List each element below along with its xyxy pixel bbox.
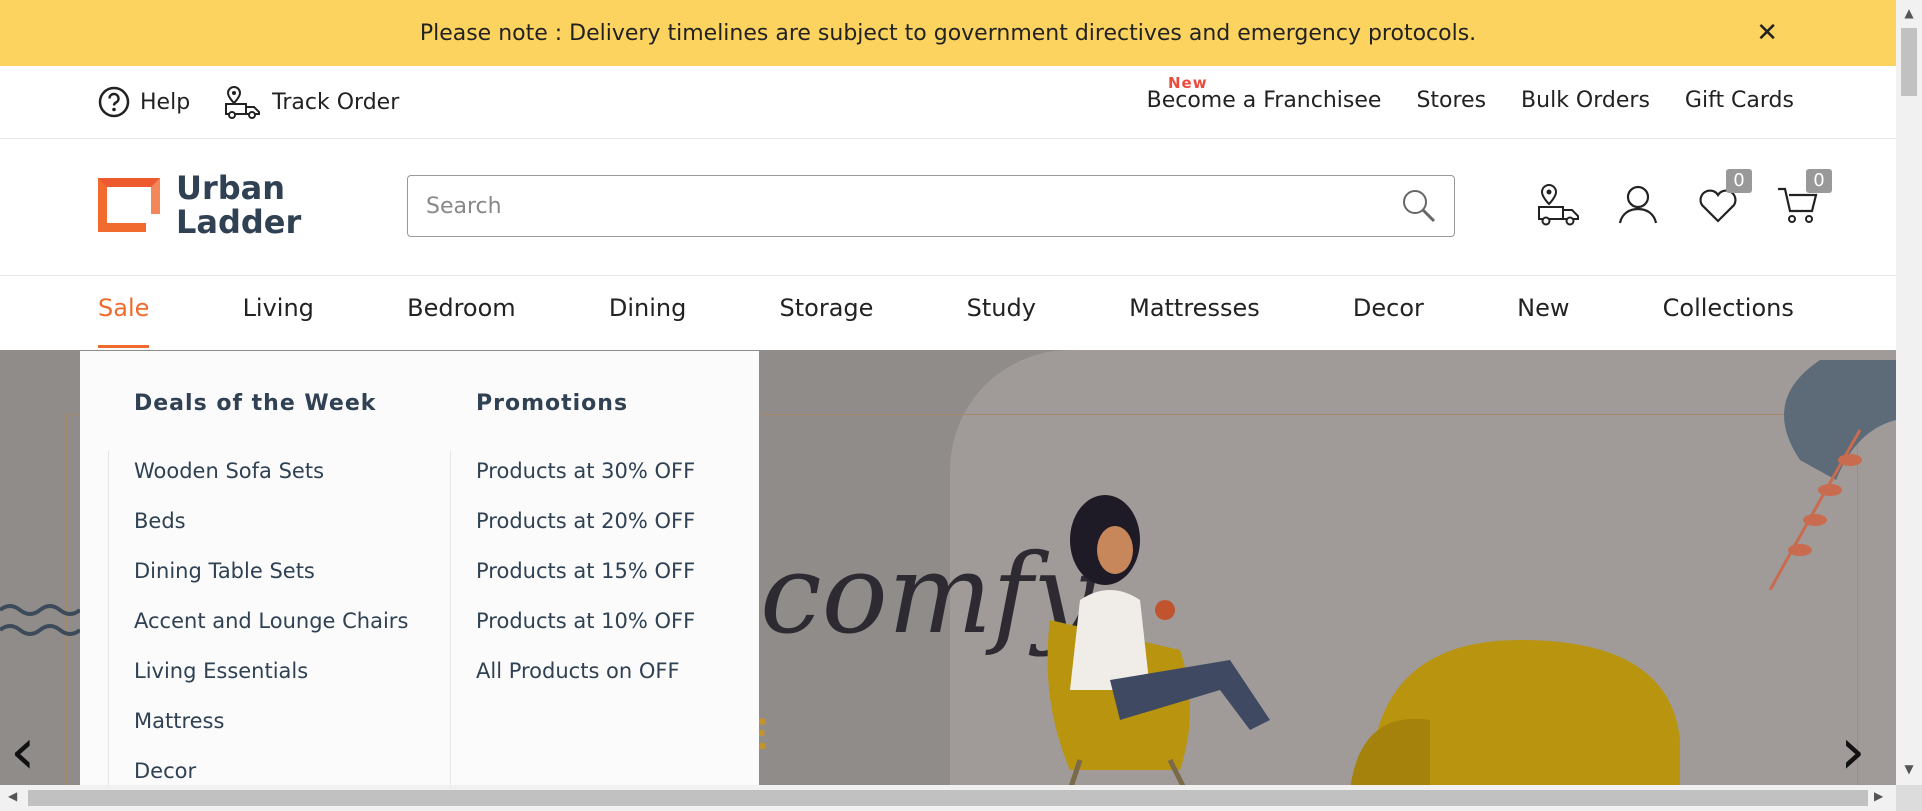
- menu-item-wooden-sofa-sets[interactable]: Wooden Sofa Sets: [134, 458, 408, 508]
- help-link[interactable]: Help: [98, 86, 190, 118]
- scroll-up-icon[interactable]: ▲: [1896, 6, 1922, 20]
- nav-item-living[interactable]: Living: [243, 294, 314, 348]
- track-order-label: Track Order: [272, 89, 400, 115]
- menu-item-decor[interactable]: Decor: [134, 758, 408, 785]
- truck-location-icon: [225, 85, 261, 119]
- page: Please note : Delivery timelines are sub…: [0, 0, 1896, 785]
- wishlist-icon[interactable]: 0: [1696, 169, 1752, 227]
- notice-bar: Please note : Delivery timelines are sub…: [0, 0, 1896, 66]
- menu-item-20-off[interactable]: Products at 20% OFF: [476, 508, 695, 558]
- menu-divider: [108, 451, 109, 785]
- nav-item-mattresses[interactable]: Mattresses: [1129, 294, 1260, 348]
- sale-mega-menu: Deals of the Week Wooden Sofa Sets Beds …: [80, 351, 759, 785]
- menu-item-15-off[interactable]: Products at 15% OFF: [476, 558, 695, 608]
- horizontal-scrollbar[interactable]: ◀ ▶: [0, 785, 1896, 811]
- cart-count-badge: 0: [1806, 169, 1832, 193]
- nav-item-decor[interactable]: Decor: [1353, 294, 1424, 348]
- nav-item-storage[interactable]: Storage: [780, 294, 874, 348]
- nav-item-new[interactable]: New: [1517, 294, 1569, 348]
- menu-item-living-essentials[interactable]: Living Essentials: [134, 658, 408, 708]
- help-label: Help: [140, 89, 191, 115]
- search-input[interactable]: [424, 192, 1400, 220]
- stores-link[interactable]: Stores: [1416, 88, 1486, 113]
- menu-item-accent-lounge-chairs[interactable]: Accent and Lounge Chairs: [134, 608, 408, 658]
- urban-ladder-logo[interactable]: Urban Ladder: [98, 171, 301, 239]
- bulk-orders-link[interactable]: Bulk Orders: [1521, 88, 1650, 113]
- menu-item-30-off[interactable]: Products at 30% OFF: [476, 458, 695, 508]
- nav-item-study[interactable]: Study: [967, 294, 1036, 348]
- nav-item-sale[interactable]: Sale: [98, 294, 150, 348]
- menu-item-beds[interactable]: Beds: [134, 508, 408, 558]
- search-icon[interactable]: [1400, 187, 1438, 225]
- vertical-scrollbar[interactable]: ▲ ▼: [1896, 0, 1922, 785]
- gift-cards-link[interactable]: Gift Cards: [1685, 88, 1794, 113]
- promotions-heading: Promotions: [476, 391, 629, 416]
- scroll-down-icon[interactable]: ▼: [1896, 762, 1922, 776]
- utility-bar: Help Track Order New Become a Franchisee…: [0, 66, 1896, 139]
- cart-icon[interactable]: 0: [1776, 169, 1832, 227]
- menu-divider: [450, 451, 451, 785]
- scrollbar-corner: [1896, 785, 1922, 811]
- user-account-icon[interactable]: [1616, 183, 1660, 227]
- menu-item-10-off[interactable]: Products at 10% OFF: [476, 608, 695, 658]
- category-nav: Sale Living Bedroom Dining Storage Study…: [0, 276, 1896, 350]
- main-header: Urban Ladder Search 0 0: [0, 139, 1896, 276]
- track-order-link[interactable]: Track Order: [224, 84, 399, 120]
- deals-heading: Deals of the Week: [134, 391, 377, 416]
- become-franchisee-link[interactable]: Become a Franchisee: [1147, 88, 1382, 113]
- deals-column: Deals of the Week Wooden Sofa Sets Beds …: [134, 391, 408, 785]
- scroll-right-icon[interactable]: ▶: [1874, 789, 1883, 803]
- wave-decoration: [0, 604, 82, 636]
- notice-text: Please note : Delivery timelines are sub…: [419, 20, 1477, 46]
- woman-in-chair-illustration: [1047, 495, 1270, 785]
- carousel-prev-arrow[interactable]: ‹: [10, 715, 36, 785]
- wishlist-count-badge: 0: [1726, 169, 1752, 193]
- logo-mark: [98, 178, 160, 232]
- armchair-illustration: [1350, 640, 1680, 785]
- vertical-scroll-thumb[interactable]: [1901, 28, 1917, 96]
- help-icon: [98, 86, 130, 118]
- carousel-next-arrow[interactable]: ›: [1840, 715, 1866, 785]
- nav-item-collections[interactable]: Collections: [1663, 294, 1794, 348]
- close-icon[interactable]: ✕: [1756, 18, 1778, 48]
- nav-item-dining[interactable]: Dining: [609, 294, 686, 348]
- scroll-left-icon[interactable]: ◀: [8, 789, 17, 803]
- store-locator-icon[interactable]: [1536, 183, 1580, 227]
- promotions-column: Promotions Products at 30% OFF Products …: [476, 391, 695, 708]
- search-box: [407, 175, 1455, 237]
- header-icons: 0 0: [1536, 169, 1832, 227]
- horizontal-scroll-thumb[interactable]: [28, 790, 1868, 806]
- menu-item-all-products-off[interactable]: All Products on OFF: [476, 658, 695, 708]
- logo-text: Urban Ladder: [176, 171, 301, 239]
- logo-line-2: Ladder: [176, 203, 302, 241]
- logo-line-1: Urban: [176, 169, 286, 207]
- nav-item-bedroom[interactable]: Bedroom: [407, 294, 516, 348]
- plant-decoration: [1768, 360, 1896, 590]
- menu-item-dining-table-sets[interactable]: Dining Table Sets: [134, 558, 408, 608]
- menu-item-mattress[interactable]: Mattress: [134, 708, 408, 758]
